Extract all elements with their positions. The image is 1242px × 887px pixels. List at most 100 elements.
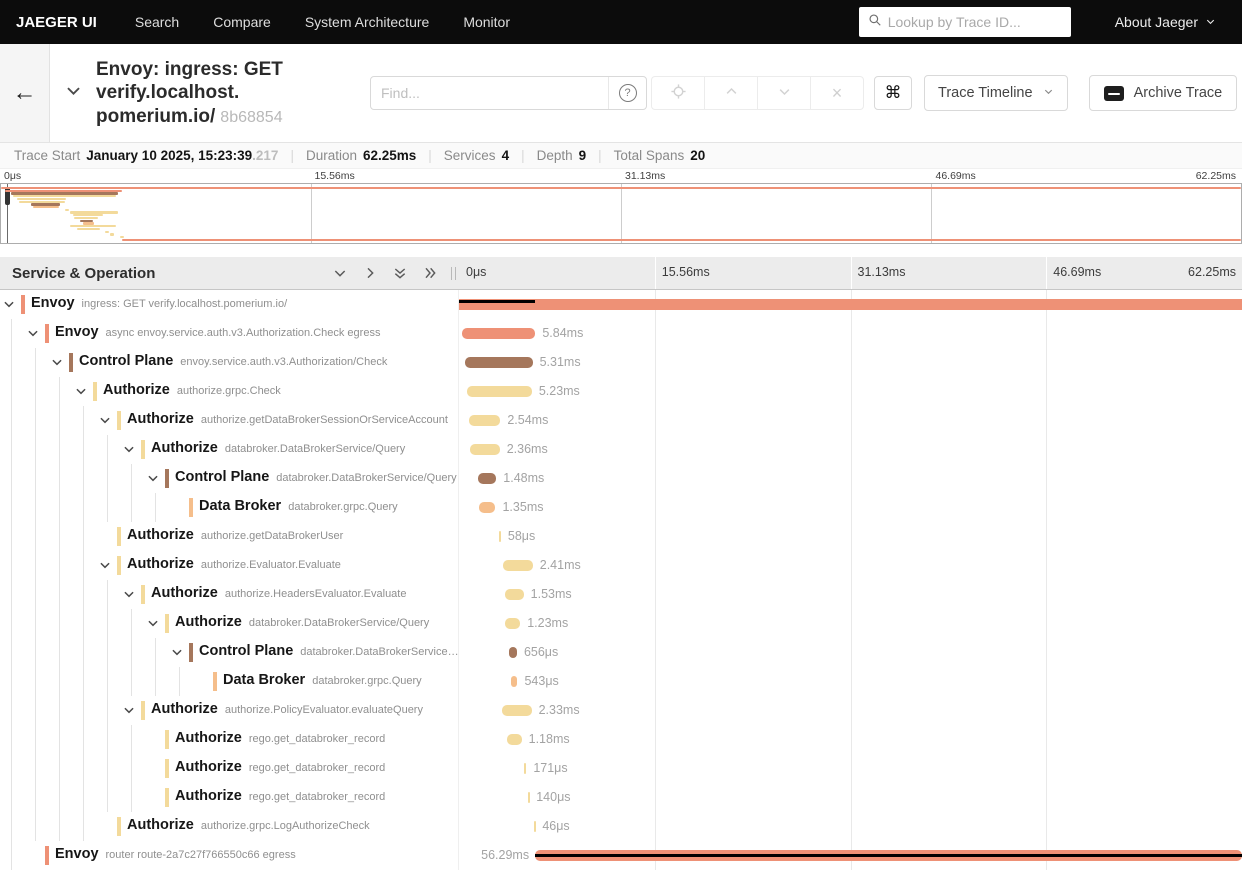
trace-view-select[interactable]: Trace Timeline [924, 75, 1068, 111]
span-name-group[interactable]: Control Planedatabroker.DataBrokerServic… [199, 643, 459, 659]
span-row[interactable]: Authorizerego.get_databroker_record171μs [0, 754, 1242, 783]
nav-item-compare[interactable]: Compare [213, 14, 271, 30]
span-name-group[interactable]: Envoyrouter route-2a7c27f766550c66 egres… [55, 846, 296, 862]
span-name-group[interactable]: Authorizedatabroker.DataBrokerService/Qu… [175, 614, 429, 630]
span-name-group[interactable]: Authorizeauthorize.getDataBrokerSessionO… [127, 411, 448, 427]
span-bar[interactable] [502, 705, 531, 716]
chevron-down-icon[interactable] [2, 297, 16, 316]
span-bar[interactable] [505, 618, 520, 629]
span-name-group[interactable]: Authorizerego.get_databroker_record [175, 759, 385, 775]
span-row[interactable]: Control Planedatabroker.DataBrokerServic… [0, 464, 1242, 493]
chevron-down-icon[interactable] [122, 587, 136, 606]
span-row[interactable]: Data Brokerdatabroker.grpc.Query1.35ms [0, 493, 1242, 522]
collapse-all-button[interactable] [391, 264, 409, 282]
span-name-group[interactable]: Authorizeauthorize.HeadersEvaluator.Eval… [151, 585, 406, 601]
span-bar[interactable] [478, 473, 496, 484]
span-name-group[interactable]: Authorizeauthorize.grpc.Check [103, 382, 281, 398]
meta-value: 20 [690, 148, 705, 163]
trace-id-input[interactable] [888, 14, 1062, 30]
span-row[interactable]: Data Brokerdatabroker.grpc.Query543μs [0, 667, 1242, 696]
span-row[interactable]: Authorizeauthorize.getDataBrokerSessionO… [0, 406, 1242, 435]
span-row[interactable]: Authorizeauthorize.Evaluator.Evaluate2.4… [0, 551, 1242, 580]
chevron-down-icon[interactable] [74, 384, 88, 403]
span-bar[interactable] [509, 647, 517, 658]
chevron-down-icon[interactable] [26, 326, 40, 345]
span-name-group[interactable]: Control Planedatabroker.DataBrokerServic… [175, 469, 457, 485]
expand-one-button[interactable] [361, 264, 379, 282]
chevron-down-icon[interactable] [50, 355, 64, 374]
nav-item-search[interactable]: Search [135, 14, 179, 30]
about-jaeger-menu[interactable]: About Jaeger [1115, 14, 1216, 30]
span-row[interactable]: Authorizeauthorize.PolicyEvaluator.evalu… [0, 696, 1242, 725]
span-row[interactable]: Authorizeauthorize.getDataBrokerUser58μs [0, 522, 1242, 551]
span-name-group[interactable]: Authorizedatabroker.DataBrokerService/Qu… [151, 440, 405, 456]
span-bar[interactable] [459, 299, 1242, 310]
crosshair-icon [670, 83, 687, 104]
span-bar[interactable] [505, 589, 524, 600]
span-name-group[interactable]: Authorizeauthorize.getDataBrokerUser [127, 527, 343, 543]
chevron-down-icon[interactable] [98, 558, 112, 577]
span-name-group[interactable]: Envoyingress: GET verify.localhost.pomer… [31, 295, 287, 311]
archive-trace-button[interactable]: Archive Trace [1089, 75, 1238, 111]
span-row[interactable]: Authorizeauthorize.grpc.Check5.23ms [0, 377, 1242, 406]
column-resizer[interactable] [451, 267, 456, 280]
span-bar[interactable] [499, 531, 501, 542]
find-help-button[interactable]: ? [608, 77, 646, 109]
span-bar[interactable] [534, 821, 536, 832]
span-bar[interactable] [469, 415, 500, 426]
span-row[interactable]: Control Planeenvoy.service.auth.v3.Autho… [0, 348, 1242, 377]
span-duration-label: 1.53ms [531, 587, 572, 601]
span-row[interactable]: Authorizeauthorize.HeadersEvaluator.Eval… [0, 580, 1242, 609]
service-name: Data Broker [199, 498, 281, 514]
span-bar[interactable] [467, 386, 532, 397]
span-row[interactable]: Authorizedatabroker.DataBrokerService/Qu… [0, 435, 1242, 464]
span-name-group[interactable]: Data Brokerdatabroker.grpc.Query [199, 498, 398, 514]
span-bar[interactable] [503, 560, 533, 571]
back-arrow-button[interactable]: ← [13, 81, 37, 105]
span-row[interactable]: Authorizerego.get_databroker_record1.18m… [0, 725, 1242, 754]
chevron-down-icon[interactable] [146, 471, 160, 490]
span-row[interactable]: Envoyasync envoy.service.auth.v3.Authori… [0, 319, 1242, 348]
span-name-group[interactable]: Authorizeauthorize.grpc.LogAuthorizeChec… [127, 817, 370, 833]
span-row[interactable]: Authorizedatabroker.DataBrokerService/Qu… [0, 609, 1242, 638]
chevron-down-icon[interactable] [122, 442, 136, 461]
span-name-group[interactable]: Authorizeauthorize.Evaluator.Evaluate [127, 556, 341, 572]
nav-item-monitor[interactable]: Monitor [463, 14, 510, 30]
span-row[interactable]: Control Planedatabroker.DataBrokerServic… [0, 638, 1242, 667]
span-name-group[interactable]: Data Brokerdatabroker.grpc.Query [223, 672, 422, 688]
span-row[interactable]: Authorizeauthorize.grpc.LogAuthorizeChec… [0, 812, 1242, 841]
prev-result-button[interactable] [704, 76, 758, 110]
span-row[interactable]: Envoyingress: GET verify.localhost.pomer… [0, 290, 1242, 319]
span-name-group[interactable]: Control Planeenvoy.service.auth.v3.Autho… [79, 353, 387, 369]
span-bar[interactable] [479, 502, 495, 513]
expand-all-button[interactable] [421, 264, 439, 282]
chevron-down-icon[interactable] [170, 645, 184, 664]
chevron-down-icon[interactable] [122, 703, 136, 722]
span-bar[interactable] [511, 676, 518, 687]
span-row[interactable]: Authorizerego.get_databroker_record140μs [0, 783, 1242, 812]
span-name-group[interactable]: Authorizerego.get_databroker_record [175, 788, 385, 804]
chevron-down-icon[interactable] [146, 616, 160, 635]
chevron-down-icon[interactable] [98, 413, 112, 432]
span-bar[interactable] [462, 328, 536, 339]
app-brand[interactable]: JAEGER UI [16, 14, 97, 31]
span-name-group[interactable]: Authorizeauthorize.PolicyEvaluator.evalu… [151, 701, 423, 717]
span-bar[interactable] [528, 792, 530, 803]
span-bar[interactable] [524, 763, 526, 774]
span-name-group[interactable]: Authorizerego.get_databroker_record [175, 730, 385, 746]
span-bar[interactable] [507, 734, 522, 745]
span-bar[interactable] [465, 357, 532, 368]
focus-span-button[interactable] [651, 76, 705, 110]
nav-item-system-architecture[interactable]: System Architecture [305, 14, 430, 30]
next-result-button[interactable] [757, 76, 811, 110]
trace-minimap[interactable] [0, 183, 1242, 244]
span-row[interactable]: Envoyrouter route-2a7c27f766550c66 egres… [0, 841, 1242, 870]
find-input[interactable] [371, 77, 608, 109]
clear-search-button[interactable]: × [810, 76, 864, 110]
trace-title: Envoy: ingress: GET verify.localhost.​po… [96, 58, 354, 128]
span-name-group[interactable]: Envoyasync envoy.service.auth.v3.Authori… [55, 324, 380, 340]
keyboard-shortcuts-button[interactable]: ⌘ [874, 76, 912, 110]
trace-detail-toggle[interactable] [50, 81, 96, 105]
span-bar[interactable] [470, 444, 499, 455]
collapse-one-button[interactable] [331, 264, 349, 282]
